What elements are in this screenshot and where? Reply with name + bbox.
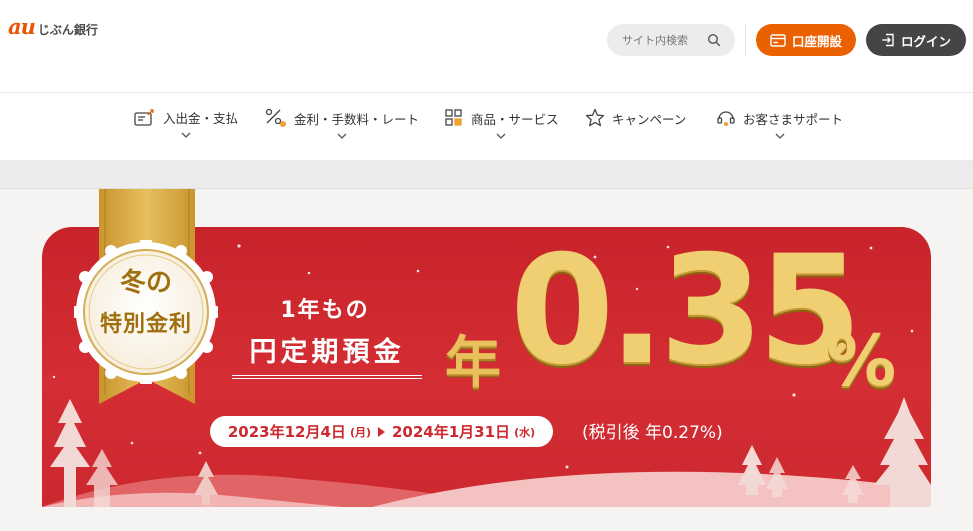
chevron-down-icon <box>337 133 347 139</box>
chevron-down-icon <box>775 133 784 139</box>
search-input[interactable] <box>622 33 708 47</box>
nav-item-products[interactable]: 商品・サービス <box>444 108 559 140</box>
badge-line1: 冬の <box>119 268 172 298</box>
nav-label: 商品・サービス <box>471 111 559 127</box>
search-icon[interactable] <box>707 33 721 47</box>
wallet-icon <box>134 108 154 126</box>
open-account-label: 口座開設 <box>791 33 842 49</box>
logo-mark: au <box>8 14 36 39</box>
after-tax-rate: (税引後 年0.27%) <box>582 423 723 443</box>
nav-label: キャンペーン <box>612 111 687 127</box>
nav-item-campaign[interactable]: キャンペーン <box>585 108 686 128</box>
rate-prefix: 年 <box>445 331 501 396</box>
nav-label: 入出金・支払 <box>163 111 239 126</box>
chevron-down-icon <box>181 132 191 138</box>
support-icon <box>717 111 735 126</box>
login-button[interactable]: ログイン <box>866 24 966 56</box>
arrow-right-icon <box>378 426 385 437</box>
badge-line2: 特別金利 <box>99 312 192 337</box>
nav-item-support[interactable]: お客さまサポート <box>716 108 843 140</box>
global-nav: 入出金・支払 金利・手数料・レート 商品・サービス キャンペーン お客さまサポー… <box>0 93 973 161</box>
site-search[interactable] <box>607 24 735 56</box>
nav-label: お客さまサポート <box>743 111 844 127</box>
title-underline <box>232 375 422 379</box>
star-icon <box>585 108 605 127</box>
nav-label: 金利・手数料・レート <box>294 111 420 127</box>
card-icon <box>770 33 786 47</box>
campaign-period: 2023年12月4日 (月) 2024年1月31日 (水) <box>210 416 553 447</box>
percent-icon <box>265 108 286 127</box>
notice-band <box>0 161 973 189</box>
period-start: 2023年12月4日 <box>227 423 346 441</box>
logo-text: じぶん銀行 <box>37 23 98 37</box>
login-icon <box>882 33 894 47</box>
period-end: 2024年1月31日 <box>392 423 511 441</box>
open-account-button[interactable]: 口座開設 <box>756 24 856 56</box>
period-end-day: (水) <box>514 425 536 439</box>
login-label: ログイン <box>900 33 951 49</box>
nav-item-deposits[interactable]: 入出金・支払 <box>134 108 238 139</box>
period-start-day: (月) <box>349 425 371 439</box>
au-jibun-bank-logo[interactable]: au じぶん銀行 <box>8 14 98 39</box>
banner-title-line1: 1年もの <box>280 298 370 323</box>
rate-unit: % <box>826 320 897 402</box>
chevron-down-icon <box>496 133 506 139</box>
rate-value: 0.35 <box>510 224 862 398</box>
banner-title-line2: 円定期預金 <box>249 337 405 368</box>
grid-icon <box>445 109 462 126</box>
nav-item-rates[interactable]: 金利・手数料・レート <box>265 108 419 140</box>
header-divider <box>745 24 746 56</box>
site-header: au じぶん銀行 口座開設 ログイン <box>0 0 973 93</box>
